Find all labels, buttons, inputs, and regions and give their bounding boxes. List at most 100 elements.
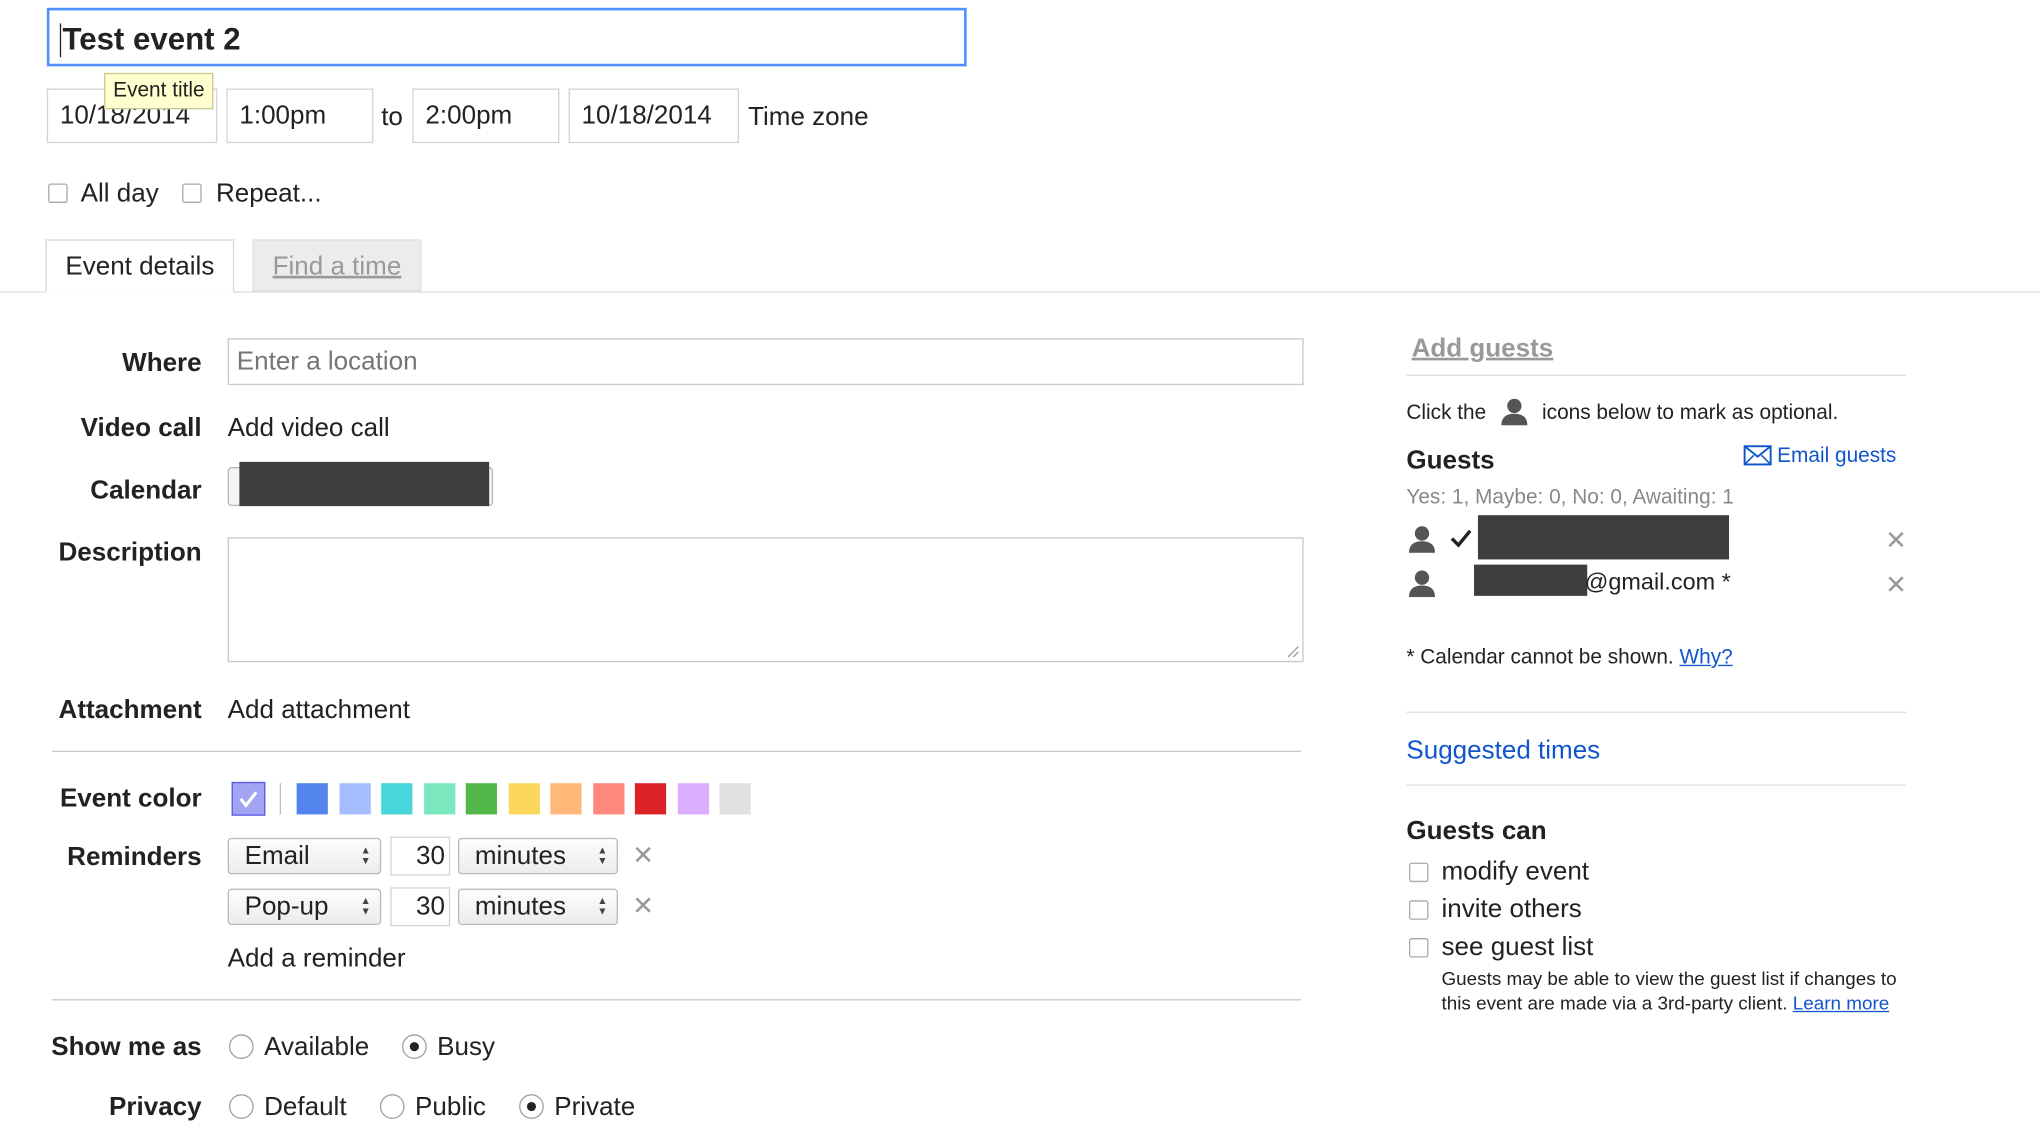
optional-hint-before: Click the [1406, 402, 1487, 425]
event-title-tooltip: Event title [104, 72, 214, 110]
checkmark-icon [1450, 529, 1472, 548]
add-reminder-link[interactable]: Add a reminder [228, 945, 406, 975]
envelope-icon [1743, 445, 1772, 466]
email-guests-label: Email guests [1777, 444, 1897, 468]
show-me-as-label: Show me as [51, 1032, 202, 1062]
reminder-method-value: Pop-up [244, 892, 329, 922]
event-title-value: Test event 2 [62, 22, 241, 58]
repeat-checkbox[interactable] [182, 183, 202, 203]
available-radio[interactable] [228, 1034, 254, 1060]
end-date-input[interactable]: 10/18/2014 [568, 88, 739, 144]
select-arrows-icon: ▲ ▼ [597, 844, 608, 867]
tab-event-details[interactable]: Event details [45, 239, 235, 293]
select-arrows-icon: ▲ ▼ [360, 844, 371, 867]
guests-heading: Guests [1406, 446, 1495, 475]
calendar-name-redacted [239, 461, 490, 507]
remove-icon[interactable]: ✕ [632, 839, 654, 872]
person-icon [1501, 398, 1528, 426]
panel-divider [1406, 374, 1906, 376]
see-guest-list-label: see guest list [1441, 932, 1594, 962]
reminder-unit-select[interactable]: minutes ▲ ▼ [457, 888, 618, 926]
reminder-method-value: Email [244, 841, 310, 871]
tab-find-a-time[interactable]: Find a time [252, 239, 422, 292]
public-label: Public [415, 1092, 486, 1122]
select-arrows-icon: ▲ ▼ [360, 895, 371, 918]
calendar-label: Calendar [90, 476, 202, 505]
email-guests-link[interactable]: Email guests [1743, 445, 1896, 468]
calendar-note-text: * Calendar cannot be shown. [1406, 646, 1674, 669]
calendar-select[interactable] [227, 461, 494, 507]
checkmark-icon [239, 791, 258, 808]
time-zone-link[interactable]: Time zone [748, 103, 869, 133]
add-video-call-link[interactable]: Add video call [228, 414, 390, 444]
color-swatch[interactable] [550, 783, 582, 815]
invite-others-label: invite others [1441, 895, 1582, 924]
section-divider [52, 999, 1301, 1001]
default-privacy-radio[interactable] [228, 1094, 254, 1119]
reminder-unit-select[interactable]: minutes ▲ ▼ [457, 837, 618, 875]
all-day-checkbox[interactable] [48, 183, 68, 203]
panel-divider [1406, 711, 1906, 713]
guests-can-heading: Guests can [1406, 817, 1547, 846]
color-swatch[interactable] [423, 783, 455, 815]
optional-hint-after: icons below to mark as optional. [1542, 402, 1839, 425]
reminder-method-select[interactable]: Email ▲ ▼ [227, 837, 382, 875]
location-input[interactable] [227, 338, 1304, 386]
default-color-swatch[interactable] [231, 781, 266, 816]
default-privacy-label: Default [264, 1092, 347, 1122]
reminder-method-select[interactable]: Pop-up ▲ ▼ [227, 888, 382, 926]
resize-grip-icon[interactable] [1284, 643, 1300, 659]
color-swatch[interactable] [592, 783, 624, 815]
end-time-input[interactable]: 2:00pm [412, 88, 560, 144]
add-guests-link[interactable]: Add guests [1412, 334, 1554, 364]
person-icon[interactable] [1408, 569, 1437, 598]
busy-radio[interactable] [402, 1034, 427, 1060]
remove-icon[interactable]: ✕ [1885, 569, 1907, 602]
available-label: Available [264, 1032, 370, 1062]
color-swatch[interactable] [381, 783, 413, 815]
privacy-label: Privacy [109, 1092, 202, 1122]
color-swatch[interactable] [296, 783, 328, 815]
rsvp-summary: Yes: 1, Maybe: 0, No: 0, Awaiting: 1 [1406, 486, 1734, 509]
modify-event-checkbox[interactable] [1408, 862, 1429, 883]
remove-icon[interactable]: ✕ [632, 890, 654, 923]
repeat-label: Repeat... [215, 179, 322, 209]
remove-icon[interactable]: ✕ [1885, 524, 1907, 557]
color-separator [279, 783, 282, 815]
description-textarea[interactable] [227, 537, 1304, 663]
reminder-unit-value: minutes [474, 892, 566, 922]
busy-label: Busy [437, 1032, 495, 1062]
reminders-label: Reminders [67, 843, 202, 872]
color-swatch[interactable] [465, 783, 497, 815]
start-time-input[interactable]: 1:00pm [226, 88, 374, 144]
all-day-label: All day [80, 179, 159, 209]
color-swatch[interactable] [338, 783, 371, 815]
guest-email-suffix: @gmail.com * [1584, 568, 1731, 595]
attachment-label: Attachment [58, 696, 202, 725]
reminder-amount-input[interactable]: 30 [390, 887, 451, 927]
color-swatch[interactable] [508, 783, 540, 815]
public-radio[interactable] [379, 1094, 405, 1119]
calendar-note: * Calendar cannot be shown. Why? [1406, 647, 1732, 670]
invite-others-checkbox[interactable] [1408, 900, 1429, 920]
guest-email-redacted [1474, 564, 1588, 596]
suggested-times-link[interactable]: Suggested times [1406, 736, 1600, 766]
text-caret [59, 23, 62, 58]
color-swatch[interactable] [677, 783, 709, 815]
event-title-input[interactable]: Test event 2 [46, 7, 967, 67]
color-swatch[interactable] [634, 783, 667, 815]
private-label: Private [554, 1092, 636, 1122]
private-radio[interactable] [519, 1094, 544, 1119]
event-color-label: Event color [59, 784, 202, 814]
color-swatch[interactable] [719, 783, 751, 815]
person-icon[interactable] [1408, 524, 1437, 553]
see-guest-list-checkbox[interactable] [1408, 938, 1429, 958]
why-link[interactable]: Why? [1679, 647, 1732, 669]
learn-more-link[interactable]: Learn more [1793, 994, 1889, 1015]
select-arrows-icon: ▲ ▼ [597, 895, 608, 918]
add-attachment-link[interactable]: Add attachment [228, 696, 410, 726]
modify-event-label: modify event [1441, 857, 1590, 886]
panel-divider [1406, 784, 1906, 786]
section-divider [52, 750, 1301, 752]
reminder-amount-input[interactable]: 30 [390, 836, 451, 876]
